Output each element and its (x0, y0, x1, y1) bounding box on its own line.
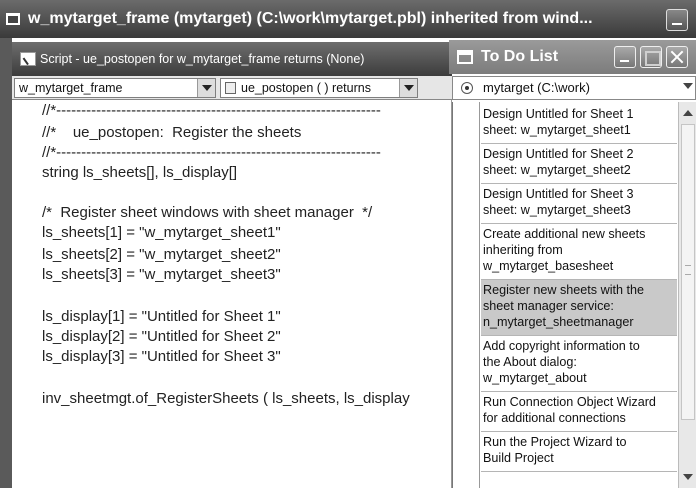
todo-window-icon (457, 50, 473, 64)
code-line: ls_display[2] = "Untitled for Sheet 2" (42, 328, 281, 345)
chevron-down-icon[interactable] (399, 79, 417, 97)
code-line: ls_sheets[1] = "w_mytarget_sheet1" (42, 224, 281, 241)
todo-item[interactable]: Add copyright information to the About d… (481, 336, 677, 392)
todo-item[interactable]: Design Untitled for Sheet 1 sheet: w_myt… (481, 104, 677, 144)
code-line: ls_display[3] = "Untitled for Sheet 3" (42, 348, 281, 365)
frame-title-bar[interactable]: w_mytarget_frame (mytarget) (C:\work\myt… (0, 0, 696, 38)
frame-title: w_mytarget_frame (mytarget) (C:\work\myt… (28, 10, 593, 27)
script-title-bar[interactable]: Script - ue_postopen for w_mytarget_fram… (12, 42, 452, 76)
target-selector[interactable]: mytarget (C:\work) (452, 76, 696, 100)
todo-item[interactable]: Run the Project Wizard to Build Project (481, 432, 677, 472)
chevron-down-icon[interactable] (683, 83, 693, 89)
todo-item[interactable]: Run Connection Object Wizard for additio… (481, 392, 677, 432)
todo-checkbox-gutter[interactable] (453, 102, 480, 488)
todo-title: To Do List (481, 48, 559, 65)
object-combo-value: w_mytarget_frame (19, 81, 123, 95)
script-icon (20, 52, 36, 66)
chevron-down-icon[interactable] (197, 79, 215, 97)
todo-item-selected[interactable]: Register new sheets with the sheet manag… (481, 280, 677, 336)
scroll-up-icon[interactable] (681, 106, 695, 120)
target-radio-icon (461, 82, 473, 94)
event-combo[interactable]: ue_postopen ( ) returns (220, 78, 418, 98)
todo-item[interactable]: Design Untitled for Sheet 3 sheet: w_myt… (481, 184, 677, 224)
window-icon (6, 13, 20, 25)
event-icon (225, 82, 236, 94)
event-combo-value: ue_postopen ( ) returns (241, 81, 371, 95)
code-line: string ls_sheets[], ls_display[] (42, 164, 238, 181)
todo-minimize-button[interactable] (614, 46, 636, 68)
script-editor[interactable]: //*-------------------------------------… (12, 100, 452, 488)
code-line: //*-------------------------------------… (42, 102, 381, 119)
scroll-thumb[interactable] (681, 124, 695, 420)
frame-border (0, 38, 12, 488)
todo-item[interactable]: Create additional new sheets inheriting … (481, 224, 677, 280)
todo-list: Design Untitled for Sheet 1 sheet: w_myt… (452, 102, 696, 488)
todo-maximize-button[interactable] (640, 46, 662, 68)
code-line: //*-------------------------------------… (42, 144, 381, 161)
todo-close-button[interactable] (666, 46, 688, 68)
todo-item[interactable]: Design Untitled for Sheet 2 sheet: w_myt… (481, 144, 677, 184)
script-title: Script - ue_postopen for w_mytarget_fram… (40, 52, 365, 66)
code-line: /* Register sheet windows with sheet man… (42, 204, 373, 221)
target-value: mytarget (C:\work) (483, 80, 590, 95)
frame-minimize-button[interactable] (666, 9, 688, 31)
code-line: inv_sheetmgt.of_RegisterSheets ( ls_shee… (42, 390, 410, 407)
code-line: ls_display[1] = "Untitled for Sheet 1" (42, 308, 281, 325)
code-line: ls_sheets[2] = "w_mytarget_sheet2" (42, 246, 281, 263)
todo-scrollbar[interactable] (678, 102, 696, 488)
script-toolbar: w_mytarget_frame ue_postopen ( ) returns (12, 76, 452, 100)
object-combo[interactable]: w_mytarget_frame (14, 78, 216, 98)
code-line: //* ue_postopen: Register the sheets (42, 124, 302, 141)
code-line: ls_sheets[3] = "w_mytarget_sheet3" (42, 266, 281, 283)
scroll-down-icon[interactable] (681, 470, 695, 484)
